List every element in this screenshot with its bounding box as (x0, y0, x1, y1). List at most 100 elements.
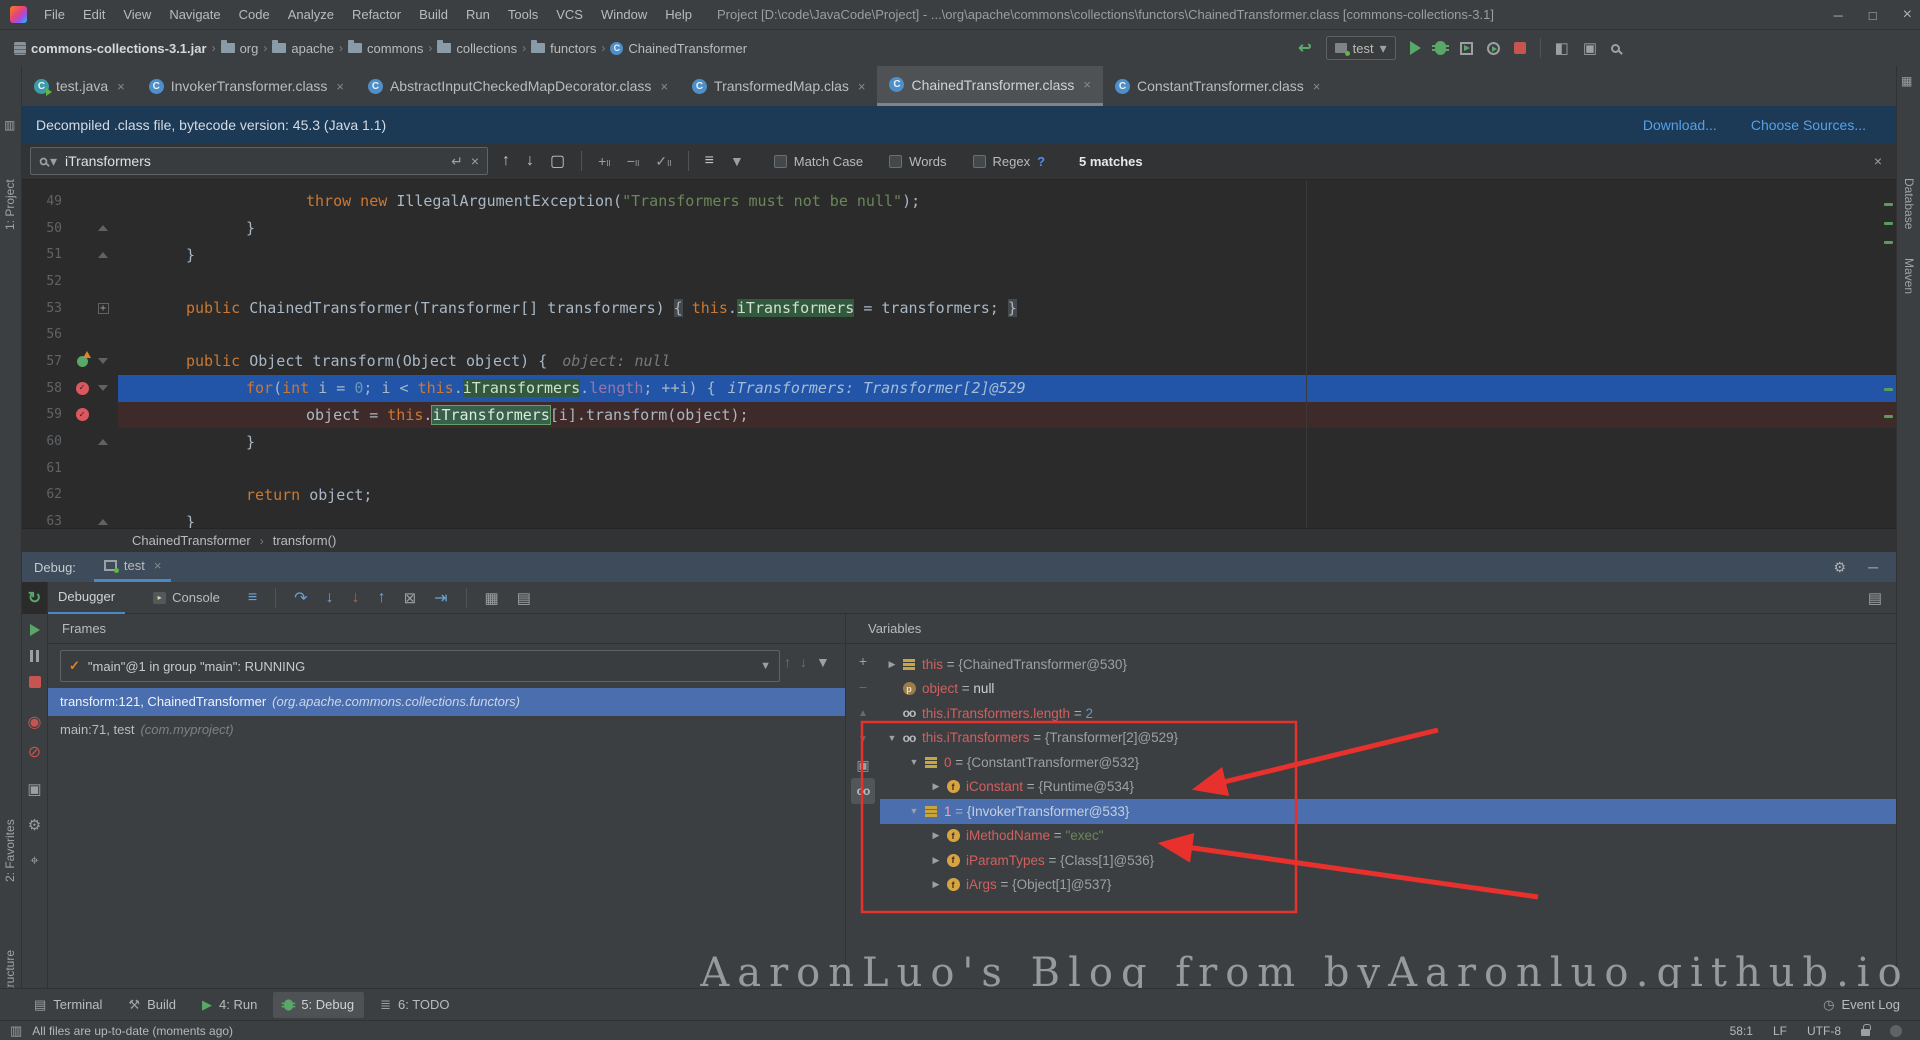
stripe-button-maven[interactable]: Maven (1902, 258, 1916, 310)
code-editor[interactable]: 49throw new IllegalArgumentException("Tr… (22, 180, 1896, 528)
variable-row-iConstant[interactable]: ▶fiConstant = {Runtime@534} (880, 775, 1896, 800)
duplicate-watch-icon[interactable]: ▣ (851, 752, 875, 778)
minimize-icon[interactable]: ─ (1834, 8, 1843, 23)
close-tab-icon[interactable]: × (1313, 79, 1321, 94)
caret-position[interactable]: 58:1 (1730, 1024, 1753, 1038)
code-line-58[interactable]: 58✓for(int i = 0; i < this.iTransformers… (22, 375, 1896, 402)
run-config-combo[interactable]: test ▾ (1326, 36, 1396, 60)
toolwindow-button-6-todo[interactable]: ≣6: TODO (370, 992, 459, 1018)
drop-frame-icon[interactable]: ⊠ (404, 589, 417, 607)
readonly-lock-icon[interactable] (1861, 1029, 1870, 1036)
move-watch-up-icon[interactable]: ▲ (851, 700, 875, 726)
variable-row-iArgs[interactable]: ▶fiArgs = {Object[1]@537} (880, 873, 1896, 898)
code-line-57[interactable]: 57public Object transform(Object object)… (22, 348, 1896, 375)
breadcrumb-item-ChainedTransformer[interactable]: CChainedTransformer (610, 41, 747, 56)
stripe-button-database[interactable]: Database (1902, 178, 1916, 250)
menu-edit[interactable]: Edit (74, 0, 114, 29)
search-history-chevron-icon[interactable]: ▾ (50, 153, 57, 170)
editor-tab-ConstantTransformer.class[interactable]: CConstantTransformer.class× (1103, 66, 1332, 106)
variable-row-iParamTypes[interactable]: ▶fiParamTypes = {Class[1]@536} (880, 848, 1896, 873)
toolwindow-toggle-icon[interactable]: ▥ (10, 1023, 22, 1039)
close-tab-icon[interactable]: × (1083, 77, 1091, 92)
search-filter-icon[interactable]: ▼ (730, 153, 744, 169)
menu-vcs[interactable]: VCS (547, 0, 592, 29)
checkbox[interactable] (973, 155, 986, 168)
step-out-icon[interactable]: ↑ (378, 589, 386, 607)
breadcrumb-method[interactable]: transform() (273, 533, 337, 548)
gear-icon[interactable]: ⚙ (28, 816, 41, 834)
run-to-cursor-icon[interactable]: ⇥ (434, 588, 447, 608)
menu-build[interactable]: Build (410, 0, 457, 29)
stripe-button-1-project[interactable]: 1: Project (3, 140, 17, 230)
menu-help[interactable]: Help (656, 0, 701, 29)
breadcrumb-item-collections[interactable]: collections (437, 41, 517, 56)
filter-lines-icon[interactable]: ≡ (705, 152, 714, 170)
menu-file[interactable]: File (35, 0, 74, 29)
next-frame-icon[interactable]: ↓ (800, 654, 807, 670)
evaluate-expression-icon[interactable]: ▦ (485, 589, 499, 607)
code-line-52[interactable]: 52 (22, 268, 1896, 295)
menu-refactor[interactable]: Refactor (343, 0, 410, 29)
remove-occurrence-icon[interactable]: −II (627, 153, 640, 169)
close-tab-icon[interactable]: × (660, 79, 668, 94)
view-breakpoints-icon[interactable]: ◉ (28, 712, 42, 732)
profiler-button[interactable] (1487, 42, 1500, 55)
pin-icon[interactable]: ⌖ (30, 852, 38, 869)
mute-breakpoints-icon[interactable]: ⊘ (28, 742, 41, 762)
fold-collapsed-icon[interactable]: + (98, 303, 109, 314)
frame-row[interactable]: main:71, test(com.myproject) (48, 716, 845, 744)
menu-analyze[interactable]: Analyze (279, 0, 343, 29)
fold-end-icon[interactable] (98, 439, 108, 445)
toolwindow-button-4-run[interactable]: ▶4: Run (192, 992, 267, 1018)
variable-row-this.iTransformers.length[interactable]: oothis.iTransformers.length = 2 (880, 701, 1896, 726)
variable-row-iMethodName[interactable]: ▶fiMethodName = "exec" (880, 824, 1896, 849)
menu-run[interactable]: Run (457, 0, 499, 29)
editor-tab-AbstractInputCheckedMapDecorator.class[interactable]: CAbstractInputCheckedMapDecorator.class× (356, 66, 680, 106)
variable-row-object[interactable]: pobject = null (880, 677, 1896, 702)
checkbox[interactable] (774, 155, 787, 168)
toolwindow-button-terminal[interactable]: ▤Terminal (24, 992, 112, 1018)
prev-frame-icon[interactable]: ↑ (784, 654, 791, 670)
choose-sources-link[interactable]: Choose Sources... (1751, 117, 1866, 133)
search-input[interactable] (65, 153, 443, 169)
fold-open-icon[interactable] (98, 358, 108, 364)
pause-icon[interactable] (30, 650, 39, 662)
toolwindow-icon[interactable]: ◧ (1555, 39, 1569, 57)
settings-icon[interactable]: ▤ (517, 589, 531, 607)
toolwindow-button-build[interactable]: ⚒Build (118, 992, 186, 1018)
camera-icon[interactable]: ▣ (27, 780, 41, 798)
fold-open-icon[interactable] (98, 385, 108, 391)
fold-end-icon[interactable] (98, 252, 108, 258)
download-link[interactable]: Download... (1643, 117, 1717, 133)
option-match-case[interactable]: Match Case (774, 154, 863, 169)
preview-icon[interactable]: ▣ (1583, 39, 1597, 57)
find-in-selection-icon[interactable]: ▢ (550, 151, 565, 171)
close-tab-icon[interactable]: × (117, 79, 125, 94)
editor-tab-test.java[interactable]: Ctest.java× (22, 66, 137, 106)
green-arrow-icon[interactable]: ↩ (1298, 38, 1311, 58)
code-line-51[interactable]: 51} (22, 241, 1896, 268)
menu-tools[interactable]: Tools (499, 0, 547, 29)
toolwindow-button-5-debug[interactable]: 5: Debug (273, 992, 364, 1018)
code-line-49[interactable]: 49throw new IllegalArgumentException("Tr… (22, 188, 1896, 215)
clear-search-icon[interactable]: × (471, 153, 479, 169)
hide-frames-icon[interactable]: ▼ (816, 654, 830, 670)
add-watch-icon[interactable]: + (851, 648, 875, 674)
code-line-50[interactable]: 50} (22, 215, 1896, 242)
tab-console[interactable]: ▸ Console (143, 582, 230, 614)
move-watch-down-icon[interactable]: ▼ (851, 726, 875, 752)
close-tab-icon[interactable]: × (336, 79, 344, 94)
right-stripe-icon[interactable]: ▦ (1901, 74, 1912, 88)
code-line-56[interactable]: 56 (22, 321, 1896, 348)
editor-tab-InvokerTransformer.class[interactable]: CInvokerTransformer.class× (137, 66, 356, 106)
remove-watch-icon[interactable]: − (851, 674, 875, 700)
next-match-icon[interactable]: ↓ (526, 152, 534, 170)
search-everywhere-icon[interactable] (1611, 44, 1620, 53)
maximize-icon[interactable]: □ (1869, 8, 1877, 23)
newline-icon[interactable]: ↵ (451, 153, 463, 170)
variable-row-this.iTransformers[interactable]: ▼oothis.iTransformers = {Transformer[2]@… (880, 726, 1896, 751)
stop-button[interactable] (1514, 42, 1526, 54)
fold-end-icon[interactable] (98, 225, 108, 231)
debug-button[interactable] (1435, 41, 1446, 55)
menu-navigate[interactable]: Navigate (160, 0, 229, 29)
